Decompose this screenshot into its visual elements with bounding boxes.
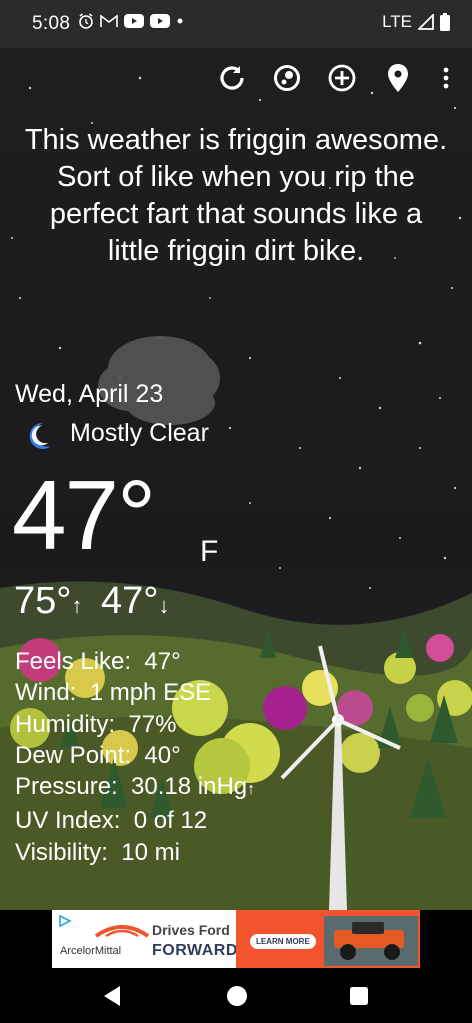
- signal-icon: [418, 14, 434, 30]
- arcelormittal-logo-icon: [94, 925, 150, 938]
- detail-value: 30.18 inHg: [131, 773, 248, 801]
- detail-value: 0 of 12: [133, 807, 208, 835]
- detail-value: 40°: [144, 741, 181, 769]
- weather-quote: This weather is friggin awesome. Sort of…: [24, 124, 448, 267]
- detail-label: UV Index:: [15, 807, 121, 835]
- detail-row-dew-point: Dew Point: 40°: [15, 740, 255, 771]
- detail-row-uv-index: UV Index: 0 of 12: [15, 805, 255, 836]
- radar-icon: [274, 65, 300, 91]
- detail-row-feels-like: Feels Like: 47°: [15, 646, 255, 677]
- detail-value: 47°: [144, 648, 181, 675]
- detail-label: Dew Point:: [15, 741, 132, 769]
- add-location-button[interactable]: [322, 58, 362, 98]
- refresh-button[interactable]: [212, 58, 252, 98]
- back-icon[interactable]: [102, 985, 122, 1007]
- moon-icon: [29, 422, 51, 449]
- detail-label: Wind:: [15, 679, 77, 707]
- gmail-icon: [100, 14, 118, 27]
- ad-truck-image: [324, 916, 418, 966]
- system-navigation-bar: [0, 970, 472, 1023]
- dot-icon: [177, 18, 183, 24]
- add-location-icon: [328, 64, 356, 92]
- home-icon[interactable]: [226, 985, 248, 1007]
- detail-value: 10 mi: [121, 838, 180, 866]
- pressure-trend-icon: ↑: [247, 781, 256, 799]
- detail-label: Humidity:: [15, 710, 116, 738]
- detail-row-wind: Wind: 1 mph ESE: [15, 677, 255, 708]
- radar-button[interactable]: [267, 58, 307, 98]
- ad-brand: ArcelorMittal: [60, 945, 122, 957]
- temperature-unit: F: [200, 535, 219, 568]
- high-low-temperatures: 75°↑ 47°↓: [14, 580, 170, 623]
- network-type: LTE: [382, 12, 412, 31]
- notification-icons: [78, 13, 184, 29]
- location-pin-icon: [388, 64, 408, 92]
- detail-row-pressure: Pressure: 30.18 inHg↑: [15, 771, 255, 805]
- alarm-icon: [79, 13, 93, 29]
- detail-value: 77%: [128, 710, 177, 738]
- low-temperature: 47°: [101, 580, 159, 622]
- more-options-icon: [443, 67, 449, 89]
- detail-label: Visibility:: [15, 838, 108, 866]
- battery-icon: [440, 13, 450, 31]
- forecast-date: Wed, April 23: [15, 380, 164, 408]
- status-time: 5:08: [32, 13, 71, 34]
- arrow-up-icon: ↑: [71, 593, 83, 618]
- ad-choices-icon[interactable]: [58, 914, 72, 928]
- high-temperature: 75°: [14, 580, 72, 622]
- status-right: LTE: [382, 12, 450, 32]
- youtube-icon: [150, 14, 170, 28]
- detail-value: 1 mph ESE: [89, 679, 212, 707]
- weather-condition: Mostly Clear: [70, 419, 209, 447]
- youtube-icon: [124, 14, 144, 28]
- refresh-icon: [220, 66, 244, 90]
- current-temperature: 47°: [12, 460, 156, 570]
- ad-banner[interactable]: ArcelorMittal Drives Ford FORWARD. LEARN…: [52, 910, 420, 968]
- more-options-button[interactable]: [426, 58, 466, 98]
- detail-label: Feels Like:: [15, 648, 132, 675]
- detail-row-visibility: Visibility: 10 mi: [15, 837, 255, 868]
- location-button[interactable]: [378, 58, 418, 98]
- detail-row-humidity: Humidity: 77%: [15, 709, 255, 740]
- detail-label: Pressure:: [15, 773, 118, 801]
- status-bar: 5:08 LTE: [0, 0, 472, 48]
- arrow-down-icon: ↓: [158, 593, 170, 618]
- weather-details-list: Feels Like: 47° Wind: 1 mph ESE Humidity…: [15, 646, 255, 868]
- ad-learn-more-button[interactable]: LEARN MORE: [250, 934, 316, 949]
- recents-icon[interactable]: [349, 986, 369, 1006]
- ad-headline-2: FORWARD.: [152, 942, 243, 959]
- ad-headline-1: Drives Ford: [152, 922, 230, 938]
